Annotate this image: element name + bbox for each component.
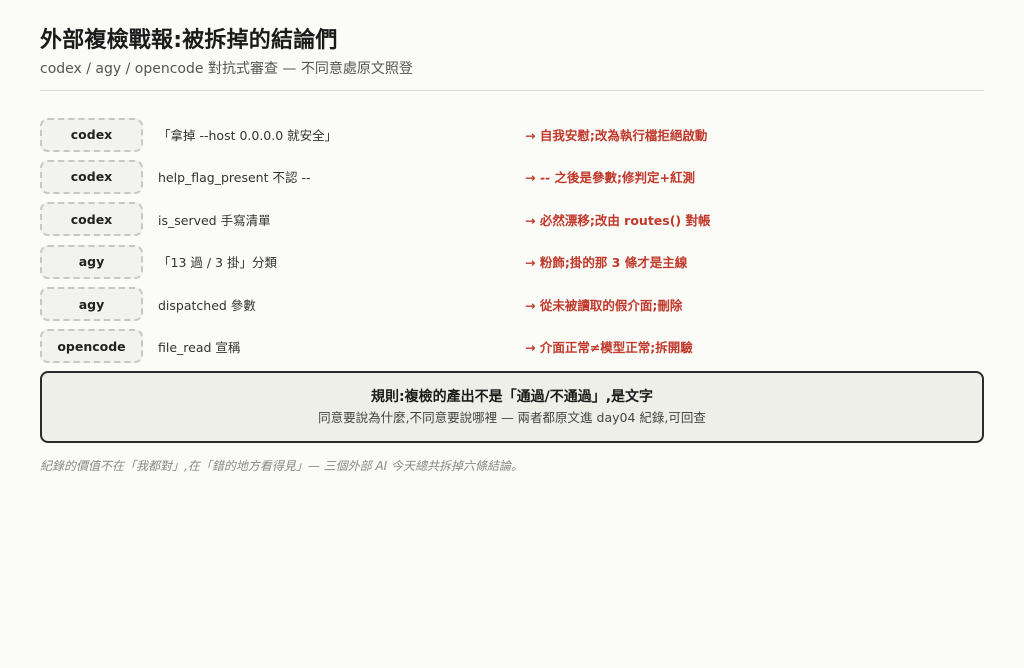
rule-box: 規則:複檢的產出不是「通過/不通過」,是文字 同意要說為什麼,不同意要說哪裡 —…	[40, 371, 984, 444]
reviewer-tag: agy	[40, 244, 143, 279]
review-row: codex help_flag_present 不認 -- → -- 之後是參數…	[40, 159, 984, 194]
page-title: 外部複檢戰報:被拆掉的結論們	[40, 28, 338, 53]
claim-text: is_served 手寫清單	[158, 212, 271, 228]
review-list: codex 「拿掉 --host 0.0.0.0 就安全」 → 自我安慰;改為執…	[40, 117, 984, 364]
reviewer-tag: codex	[40, 159, 143, 194]
rule-text: 同意要說為什麼,不同意要說哪裡 — 兩者都原文進 day04 紀錄,可回查	[318, 410, 706, 426]
reviewer-tag: opencode	[40, 329, 143, 364]
claim-text: 「13 過 / 3 掛」分類	[158, 255, 277, 271]
review-row: codex 「拿掉 --host 0.0.0.0 就安全」 → 自我安慰;改為執…	[40, 117, 984, 152]
claim-text: help_flag_present 不認 --	[158, 170, 311, 186]
claim-text: 「拿掉 --host 0.0.0.0 就安全」	[158, 128, 338, 143]
verdict-text: → -- 之後是參數;修判定+紅測	[525, 170, 696, 186]
verdict-text: → 介面正常≠模型正常;拆開驗	[525, 339, 693, 355]
review-row: codex is_served 手寫清單 → 必然漂移;改由 routes() …	[40, 202, 984, 237]
verdict-text: → 必然漂移;改由 routes() 對帳	[525, 212, 711, 228]
footnote: 紀錄的價值不在「我都對」,在「錯的地方看得見」— 三個外部 AI 今天總共拆掉六…	[40, 459, 524, 474]
reviewer-tag: codex	[40, 117, 143, 152]
claim-text: file_read 宣稱	[158, 339, 241, 355]
review-row: agy dispatched 參數 → 從未被讀取的假介面;刪除	[40, 287, 984, 322]
verdict-text: → 粉飾;掛的那 3 條才是主線	[525, 255, 688, 271]
page: 外部複檢戰報:被拆掉的結論們 codex / agy / opencode 對抗…	[0, 0, 1024, 668]
verdict-text: → 從未被讀取的假介面;刪除	[525, 297, 683, 313]
review-row: agy 「13 過 / 3 掛」分類 → 粉飾;掛的那 3 條才是主線	[40, 244, 984, 279]
page-subtitle: codex / agy / opencode 對抗式審查 — 不同意處原文照登	[40, 61, 413, 77]
review-row: opencode file_read 宣稱 → 介面正常≠模型正常;拆開驗	[40, 329, 984, 364]
reviewer-tag: agy	[40, 287, 143, 322]
header-divider	[40, 90, 984, 91]
rule-title: 規則:複檢的產出不是「通過/不通過」,是文字	[370, 389, 654, 406]
reviewer-tag: codex	[40, 202, 143, 237]
claim-text: dispatched 參數	[158, 297, 256, 313]
verdict-text: → 自我安慰;改為執行檔拒絕啟動	[525, 128, 708, 143]
